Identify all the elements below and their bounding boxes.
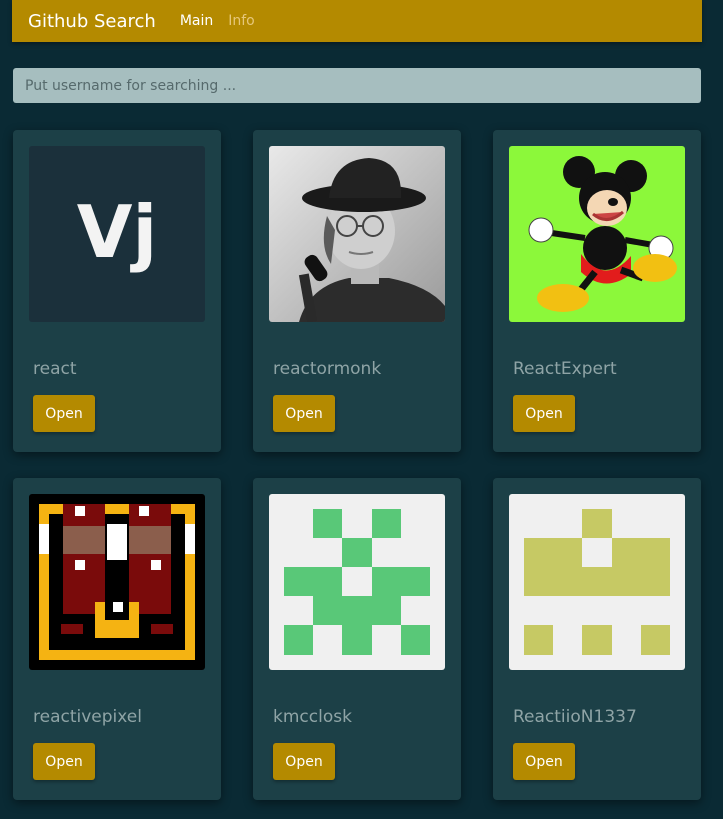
avatar-pixel-art <box>29 494 205 670</box>
open-button[interactable]: Open <box>273 743 335 780</box>
search-input[interactable] <box>13 68 701 103</box>
brand-link[interactable]: Github Search <box>28 11 156 32</box>
user-login: ReactExpert <box>513 359 617 379</box>
top-navbar: Github Search Main Info <box>12 0 702 42</box>
nav-main[interactable]: Main <box>180 13 213 29</box>
user-card: Vj react Open <box>13 130 221 452</box>
user-login: kmcclosk <box>273 707 352 727</box>
open-button[interactable]: Open <box>33 395 95 432</box>
user-card: reactormonk Open <box>253 130 461 452</box>
avatar-identicon-olive <box>509 494 685 670</box>
user-login: reactormonk <box>273 359 382 379</box>
user-login: react <box>33 359 77 379</box>
user-card: kmcclosk Open <box>253 478 461 800</box>
avatar-mickey <box>509 146 685 322</box>
open-button[interactable]: Open <box>33 743 95 780</box>
nav-info[interactable]: Info <box>228 13 255 29</box>
open-button[interactable]: Open <box>513 395 575 432</box>
avatar-identicon-green <box>269 494 445 670</box>
avatar-vj-logo: Vj <box>29 146 205 322</box>
user-card: ReactExpert Open <box>493 130 701 452</box>
open-button[interactable]: Open <box>273 395 335 432</box>
user-card: reactivepixel Open <box>13 478 221 800</box>
user-card: ReactiioN1337 Open <box>493 478 701 800</box>
user-login: reactivepixel <box>33 707 142 727</box>
user-login: ReactiioN1337 <box>513 707 637 727</box>
avatar-photo <box>269 146 445 322</box>
open-button[interactable]: Open <box>513 743 575 780</box>
avatar-vj-text: Vj <box>77 190 157 274</box>
